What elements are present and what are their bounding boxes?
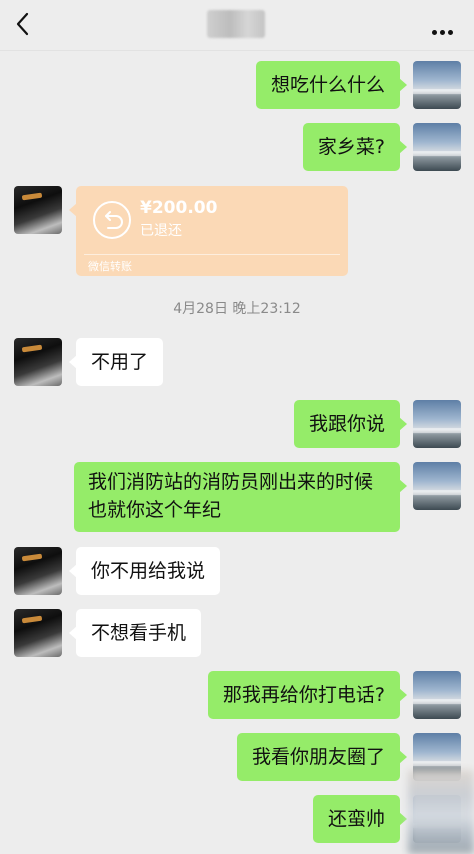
back-button[interactable] (10, 10, 36, 38)
avatar-self[interactable] (413, 462, 461, 510)
message-timestamp: 4月28日 晚上23:12 (173, 301, 301, 317)
message-row: 想吃什么什么 (0, 61, 474, 109)
contact-name-redacted (207, 10, 265, 38)
message-bubble-self[interactable]: 我看你朋友圈了 (236, 733, 408, 781)
return-arrow-icon (93, 201, 131, 239)
avatar-self[interactable] (413, 400, 461, 448)
message-bubble-self[interactable]: 家乡菜? (302, 123, 408, 171)
message-bubble-self[interactable]: 那我再给你打电话? (207, 671, 408, 719)
message-bubble-self[interactable]: 我们消防站的消防员刚出来的时候也就你这个年纪 (74, 462, 407, 532)
avatar-self[interactable] (413, 61, 461, 109)
message-bubble-contact[interactable]: 不想看手机 (68, 609, 202, 657)
message-row: 我们消防站的消防员刚出来的时候也就你这个年纪 (0, 462, 474, 532)
message-bubble-contact[interactable]: 不用了 (68, 338, 164, 386)
message-row: 我看你朋友圈了 (0, 733, 474, 781)
message-row: 不想看手机 (0, 609, 474, 657)
watermark-blur (408, 770, 474, 854)
transfer-status: 已退还 (140, 223, 182, 239)
chat-header (0, 0, 474, 51)
transfer-amount: ¥200.00 (140, 198, 218, 218)
message-row: 你不用给我说 (0, 547, 474, 595)
message-row: 家乡菜? (0, 123, 474, 171)
message-bubble-contact[interactable]: 你不用给我说 (68, 547, 221, 595)
avatar-self[interactable] (413, 671, 461, 719)
transfer-card[interactable]: ¥200.00 已退还 微信转账 (69, 186, 348, 276)
message-row: 那我再给你打电话? (0, 671, 474, 719)
avatar-contact[interactable] (14, 547, 62, 595)
message-row: 我跟你说 (0, 400, 474, 448)
more-dots-icon (432, 30, 437, 35)
transfer-label: 微信转账 (88, 260, 132, 273)
chevron-left-icon (16, 12, 29, 36)
message-bubble-self[interactable]: 还蛮帅 (312, 795, 408, 843)
avatar-self[interactable] (413, 123, 461, 171)
message-bubble-self[interactable]: 我跟你说 (293, 400, 408, 448)
message-bubble-self[interactable]: 想吃什么什么 (255, 61, 408, 109)
more-button[interactable] (432, 20, 458, 35)
avatar-contact[interactable] (14, 186, 62, 234)
message-row: 不用了 (0, 338, 474, 386)
message-row: 还蛮帅 (0, 795, 474, 843)
divider (84, 254, 340, 255)
avatar-contact[interactable] (14, 609, 62, 657)
avatar-contact[interactable] (14, 338, 62, 386)
